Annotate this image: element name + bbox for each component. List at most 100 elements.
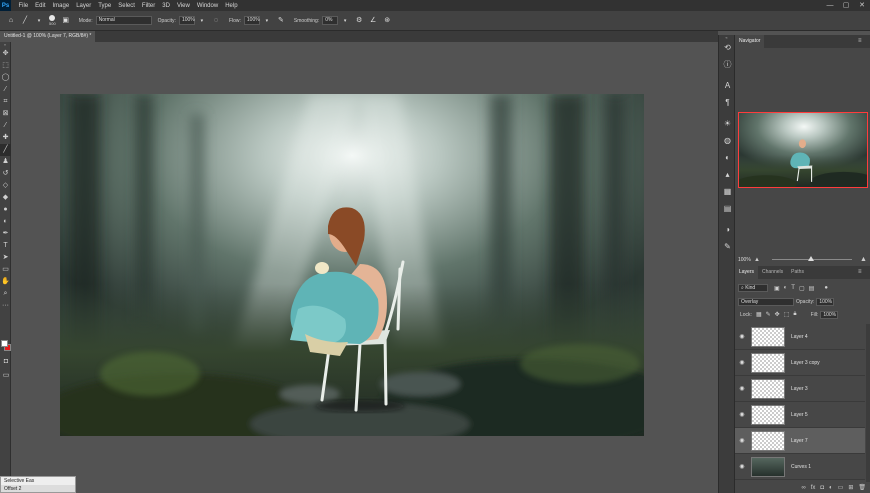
menu-window[interactable]: Window [197, 3, 218, 9]
styles-icon[interactable]: ◑ [719, 221, 736, 238]
brush-angle-icon[interactable]: ∠ [368, 16, 378, 26]
lock-transparent-icon[interactable]: ▦ [756, 311, 762, 318]
mode-select[interactable]: Normal [95, 16, 152, 25]
adjustment-layer-icon[interactable]: ◐ [829, 485, 833, 491]
minimize-button[interactable]: — [822, 0, 838, 11]
navigator-tab[interactable]: Navigator [735, 35, 765, 48]
pen-tool-icon[interactable]: ✒ [0, 228, 11, 240]
lock-all-icon[interactable]: 🔒︎ [793, 311, 796, 318]
shape-tool-icon[interactable]: ▭ [0, 264, 11, 276]
filter-smart-object-icon[interactable]: ▤ [809, 285, 815, 292]
history-icon[interactable]: ⟲ [719, 39, 736, 56]
zoom-slider-handle[interactable] [807, 256, 814, 261]
eraser-tool-icon[interactable]: ◇ [0, 180, 11, 192]
fx-icon[interactable]: fx [811, 485, 816, 491]
filter-shape-icon[interactable]: ▢ [799, 285, 805, 292]
clone-stamp-tool-icon[interactable]: ♟ [0, 156, 11, 168]
link-layers-icon[interactable]: ∞ [801, 485, 805, 491]
close-button[interactable]: ✕ [854, 0, 870, 11]
brush-tool-icon[interactable]: ╱ [0, 144, 11, 156]
menu-file[interactable]: File [19, 3, 29, 9]
eye-icon[interactable]: ◉ [735, 411, 749, 418]
layer-kind-select[interactable]: ⌕ Kind [738, 284, 768, 292]
layer-row[interactable]: ◉ Layer 3 [735, 376, 865, 402]
menu-help[interactable]: Help [225, 3, 237, 9]
symmetry-icon[interactable]: ⊛ [382, 16, 392, 26]
lock-image-icon[interactable]: ✎ [766, 311, 771, 318]
document-canvas[interactable] [60, 94, 644, 436]
lightbulb-icon[interactable]: ☀ [719, 115, 736, 132]
maximize-button[interactable]: ▢ [838, 0, 854, 11]
menu-edit[interactable]: Edit [35, 3, 45, 9]
quick-select-tool-icon[interactable]: ⁄ [0, 84, 11, 96]
flow-field[interactable]: 100% [243, 16, 260, 25]
zoom-in-icon[interactable]: ▲ [860, 256, 867, 263]
navigator-thumbnail[interactable] [738, 112, 868, 188]
menu-view[interactable]: View [177, 3, 190, 9]
new-layer-icon[interactable]: ⊞ [848, 484, 853, 491]
history-brush-tool-icon[interactable]: ↺ [0, 168, 11, 180]
brush-tool-icon[interactable]: ╱ [20, 16, 30, 26]
tab-layers[interactable]: Layers [735, 266, 759, 279]
type-tool-icon[interactable]: T [0, 240, 11, 252]
lock-artboard-icon[interactable]: ⬚ [784, 311, 790, 318]
menu-3d[interactable]: 3D [162, 3, 170, 9]
trash-icon[interactable]: 🗑︎ [858, 484, 866, 491]
lock-position-icon[interactable]: ✥ [775, 311, 780, 318]
airbrush-icon[interactable]: ✎ [276, 16, 286, 26]
eye-icon[interactable]: ◉ [735, 463, 749, 470]
layers-panel-menu-icon[interactable]: ≡ [858, 269, 862, 275]
add-mask-icon[interactable]: ◘ [820, 485, 824, 491]
marquee-tool-icon[interactable]: ⬚ [0, 60, 11, 72]
opacity-field[interactable]: 100% [178, 16, 195, 25]
eye-icon[interactable]: ◉ [735, 333, 749, 340]
histogram-icon[interactable]: ▴ [719, 166, 736, 183]
document-tab[interactable]: Untitled-1 @ 100% (Layer 7, RGB/8#) * [0, 31, 96, 42]
adjustments-icon[interactable]: ◐ [719, 149, 736, 166]
layer-row[interactable]: ◉ Layer 5 [735, 402, 865, 428]
filter-type-icon[interactable]: T [791, 285, 795, 291]
paragraph-icon[interactable]: ¶ [719, 94, 736, 111]
menu-filter[interactable]: Filter [142, 3, 155, 9]
layer-row-selected[interactable]: ◉ Layer 7 [735, 428, 865, 454]
move-tool-icon[interactable]: ✥ [0, 48, 11, 60]
menu-image[interactable]: Image [53, 3, 70, 9]
tab-channels[interactable]: Channels [758, 266, 787, 279]
filter-pixel-icon[interactable]: ▣ [774, 285, 780, 292]
hand-tool-icon[interactable]: ✋ [0, 276, 11, 288]
chevron-down-icon[interactable]: ▾ [262, 16, 272, 26]
gear-icon[interactable]: ⚙ [354, 16, 364, 26]
group-folder-icon[interactable]: ▭ [838, 484, 844, 491]
filter-toggle-icon[interactable]: ● [824, 285, 828, 291]
smoothing-field[interactable]: 0% [322, 16, 339, 25]
zoom-out-icon[interactable]: ▲ [754, 257, 760, 263]
menu-select[interactable]: Select [118, 3, 135, 9]
blend-mode-select[interactable]: Overlay [738, 297, 794, 306]
quick-mask-icon[interactable]: ◘ [1, 358, 11, 368]
dodge-tool-icon[interactable]: ◐ [0, 216, 11, 228]
more-tools-icon[interactable]: ··· [0, 300, 11, 312]
character-icon[interactable]: A [719, 77, 736, 94]
swatches-icon[interactable]: ▦ [719, 183, 736, 200]
paint-bucket-tool-icon[interactable]: ◆ [0, 192, 11, 204]
panel-menu-icon[interactable]: ≡ [858, 38, 862, 44]
libraries-icon[interactable]: ▤ [719, 200, 736, 217]
layer-row[interactable]: ◉ Layer 4 [735, 324, 865, 350]
layer-opacity-field[interactable]: 100% [816, 297, 835, 306]
layer-row[interactable]: ◉ Layer 3 copy [735, 350, 865, 376]
home-icon[interactable]: ⌂ [6, 16, 16, 26]
layers-scrollbar[interactable] [866, 324, 870, 482]
flyout-line-2[interactable]: Offset 2 [1, 485, 75, 493]
menu-type[interactable]: Type [98, 3, 111, 9]
frame-tool-icon[interactable]: ⊠ [0, 108, 11, 120]
fill-field[interactable]: 100% [820, 310, 839, 319]
eye-icon[interactable]: ◉ [735, 437, 749, 444]
zoom-tool-icon[interactable]: ⌕ [0, 288, 11, 300]
navigator-zoom-slider[interactable] [771, 256, 852, 261]
healing-brush-tool-icon[interactable]: ✚ [0, 132, 11, 144]
brush-preset-picker[interactable]: 500 [49, 15, 56, 26]
eyedropper-tool-icon[interactable]: ⁄ [0, 120, 11, 132]
brush-settings-icon[interactable]: ▣ [61, 16, 71, 26]
flyout-line-1[interactable]: Selective Eas [1, 477, 75, 485]
path-selection-tool-icon[interactable]: ➤ [0, 252, 11, 264]
